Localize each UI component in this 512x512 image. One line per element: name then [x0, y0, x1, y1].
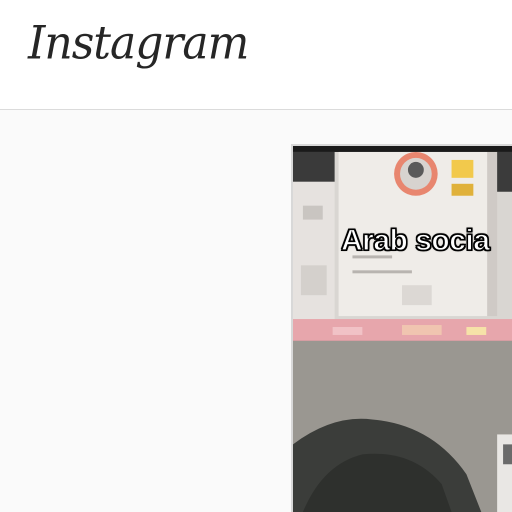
post-video[interactable]: Arab socia	[291, 144, 512, 512]
instagram-logo[interactable]: Instagram	[28, 20, 249, 67]
video-caption-text: Arab socia	[340, 223, 490, 257]
top-navigation-bar: Instagram	[0, 0, 512, 110]
video-frame	[293, 146, 512, 512]
